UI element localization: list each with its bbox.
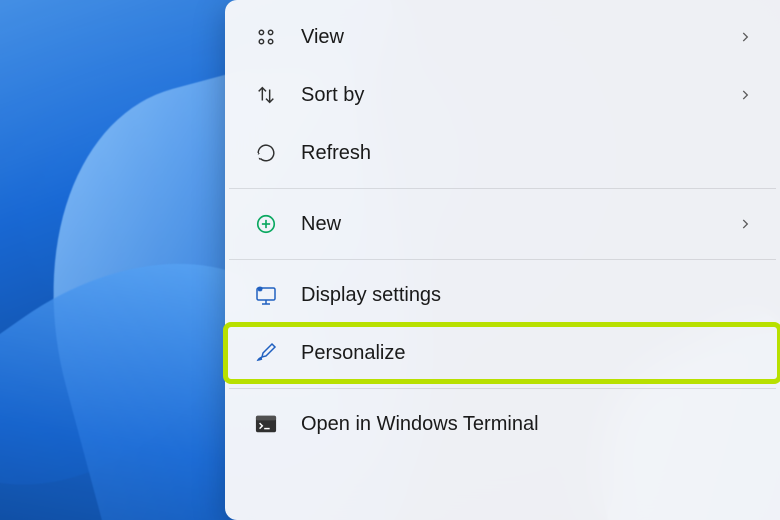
menu-divider: [229, 388, 776, 389]
sort-icon: [253, 82, 279, 108]
menu-item-personalize[interactable]: Personalize: [225, 324, 780, 382]
menu-label: Refresh: [301, 142, 752, 165]
monitor-gear-icon: [253, 282, 279, 308]
menu-item-display-settings[interactable]: Display settings: [225, 266, 780, 324]
menu-label: View: [301, 26, 738, 49]
menu-label: New: [301, 213, 738, 236]
menu-label: Personalize: [301, 342, 752, 365]
terminal-icon: [253, 411, 279, 437]
menu-item-refresh[interactable]: Refresh: [225, 124, 780, 182]
chevron-right-icon: [738, 30, 752, 44]
menu-item-view[interactable]: View: [225, 8, 780, 66]
menu-label: Open in Windows Terminal: [301, 413, 752, 436]
refresh-icon: [253, 140, 279, 166]
menu-divider: [229, 188, 776, 189]
menu-item-new[interactable]: New: [225, 195, 780, 253]
plus-circle-icon: [253, 211, 279, 237]
menu-label: Sort by: [301, 84, 738, 107]
grid-icon: [253, 24, 279, 50]
chevron-right-icon: [738, 88, 752, 102]
paintbrush-icon: [253, 340, 279, 366]
chevron-right-icon: [738, 217, 752, 231]
desktop-context-menu: View Sort by Refresh: [225, 0, 780, 520]
menu-divider: [229, 259, 776, 260]
menu-label: Display settings: [301, 284, 752, 307]
menu-item-sort[interactable]: Sort by: [225, 66, 780, 124]
menu-item-terminal[interactable]: Open in Windows Terminal: [225, 395, 780, 453]
